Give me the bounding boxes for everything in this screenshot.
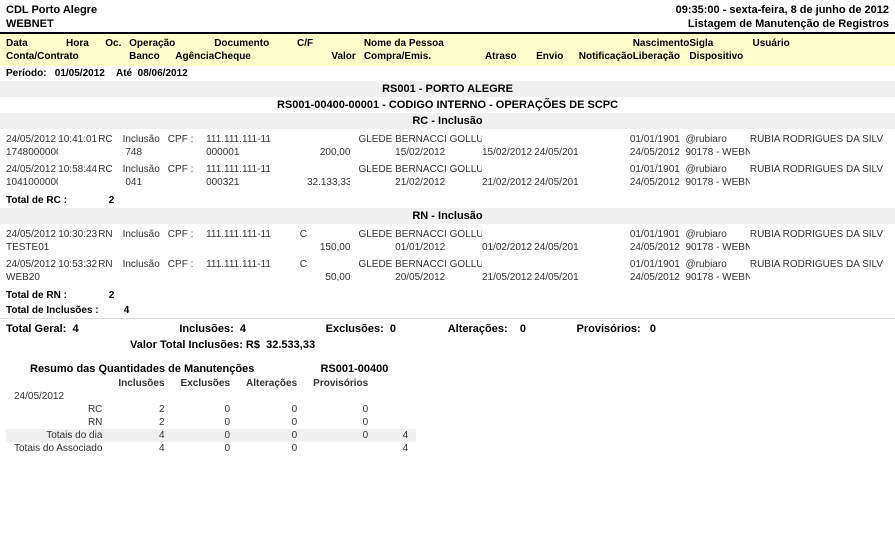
band-entidade: RS001 - PORTO ALEGRE xyxy=(0,81,895,97)
valor-total: Valor Total Inclusões: R$ 32.533,33 xyxy=(0,339,895,353)
col-usuario: Usuário xyxy=(753,38,790,49)
col-disp: Dispositivo xyxy=(689,51,743,62)
org-name: CDL Porto Alegre xyxy=(6,3,97,17)
band-rn: RN - Inclusão xyxy=(0,208,895,224)
col-cpf: C/F xyxy=(297,38,313,49)
column-headers: Data Conta/Contrato Hora Oc. Operação Ba… xyxy=(0,34,895,66)
col-valor: Valor xyxy=(331,51,355,62)
col-cheque: Cheque xyxy=(214,51,251,62)
record-row-sub: 17480000000001 748000001200,0015/02/2012… xyxy=(0,146,895,159)
record-row: 24/05/201210:53:32RNInclusãoCPF :111.111… xyxy=(0,258,895,271)
col-data: Data xyxy=(6,38,28,49)
col-hora: Hora xyxy=(66,38,89,49)
record-row-sub: WEB2050,0020/05/201221/05/201224/05/2012… xyxy=(0,271,895,284)
col-sigla: Sigla xyxy=(689,38,713,49)
resumo-row: RN2000 xyxy=(6,416,416,429)
col-lib: Liberação xyxy=(633,51,680,62)
inclusoes-total: Total de Inclusões : 4 xyxy=(0,303,895,318)
col-atraso: Atraso xyxy=(485,51,517,62)
col-nasc: Nascimento xyxy=(633,38,690,49)
col-banco: Banco xyxy=(129,51,160,62)
periodo-line: Período: 01/05/2012 Até 08/06/2012 xyxy=(0,66,895,81)
col-envio: Envio xyxy=(536,51,563,62)
col-nome: Nome da Pessoa xyxy=(364,38,444,49)
record-row: 24/05/201210:30:23RNInclusãoCPF :111.111… xyxy=(0,228,895,241)
resumo-row: Totais do dia40004 xyxy=(6,429,416,442)
record-row-sub: TESTE01150,0001/01/201201/02/201224/05/2… xyxy=(0,241,895,254)
col-oper: Operação xyxy=(129,38,175,49)
resumo-title: Resumo das Quantidades de Manutenções RS… xyxy=(0,353,895,377)
col-oc: Oc. xyxy=(105,38,121,49)
record-row: 24/05/201210:41:01RCInclusãoCPF :111.111… xyxy=(0,133,895,146)
report-header: CDL Porto Alegre WEBNET 09:35:00 - sexta… xyxy=(0,0,895,34)
header-timestamp: 09:35:00 - sexta-feira, 8 de junho de 20… xyxy=(676,3,889,17)
record-row-sub: 10410000000321 04100032132.133,3321/02/2… xyxy=(0,176,895,189)
report-title: Listagem de Manutenção de Registros xyxy=(676,17,889,31)
record-row: 24/05/201210:58:44RCInclusãoCPF :111.111… xyxy=(0,163,895,176)
col-agen: Agência xyxy=(175,51,214,62)
resumo-row: RC2000 xyxy=(6,403,416,416)
total-geral: Total Geral: 4 Inclusões: 4 Exclusões: 0… xyxy=(0,318,895,339)
resumo-table: Inclusões Exclusões Alterações Provisóri… xyxy=(6,377,416,455)
band-associado: RS001-00400-00001 - CODIGO INTERNO - OPE… xyxy=(0,97,895,113)
rc-total: Total de RC : 2 xyxy=(0,193,895,208)
col-notif: Notificação xyxy=(579,51,633,62)
col-compra: Compra/Emis. xyxy=(364,51,431,62)
system-name: WEBNET xyxy=(6,17,97,31)
col-doc: Documento xyxy=(214,38,269,49)
rn-total: Total de RN : 2 xyxy=(0,288,895,303)
band-rc: RC - Inclusão xyxy=(0,113,895,129)
resumo-row: Totais do Associado4004 xyxy=(6,442,416,455)
